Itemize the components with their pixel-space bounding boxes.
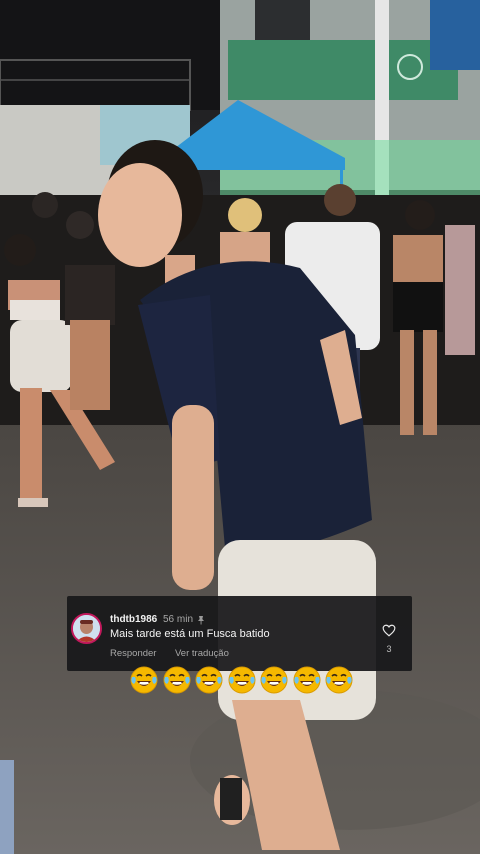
laughing-tears-emoji-icon	[130, 666, 158, 694]
commenter-avatar[interactable]	[71, 613, 102, 644]
reply-button[interactable]: Responder	[110, 648, 156, 659]
comment-timestamp: 56 min	[163, 614, 194, 625]
laughing-tears-emoji-icon	[163, 666, 190, 694]
like-count: 3	[386, 644, 392, 654]
commenter-username[interactable]: thdtb1986	[110, 614, 157, 625]
comment-text: Mais tarde está um Fusca batido	[110, 628, 270, 640]
heart-icon[interactable]	[382, 624, 396, 637]
see-translation-button[interactable]: Ver tradução	[175, 648, 229, 659]
laughing-emoji-row	[129, 665, 354, 695]
laughing-tears-emoji-icon	[293, 666, 320, 694]
pin-icon	[198, 616, 204, 625]
comment-card[interactable]: thdtb1986 56 min Mais tarde está um Fusc…	[67, 596, 412, 671]
party-scene-illustration	[0, 0, 480, 854]
laughing-tears-emoji-icon	[325, 666, 353, 694]
avatar-image	[73, 615, 100, 642]
video-frame[interactable]	[0, 0, 480, 854]
laughing-tears-emoji-icon	[195, 666, 223, 694]
laughing-tears-emoji-icon	[228, 666, 255, 694]
laughing-tears-emoji-icon	[260, 666, 288, 694]
